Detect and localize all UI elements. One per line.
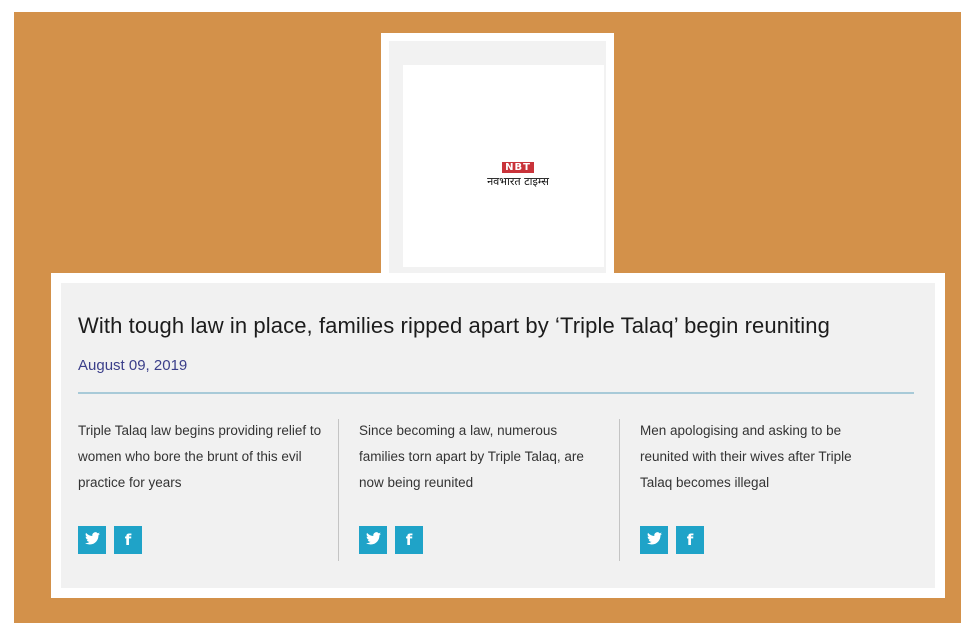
twitter-share-button[interactable] [640, 526, 668, 554]
twitter-share-button[interactable] [359, 526, 387, 554]
facebook-icon: f [405, 531, 413, 549]
facebook-icon: f [124, 531, 132, 549]
summary-column-3: Men apologising and asking to be reunite… [640, 418, 885, 583]
article-date: August 09, 2019 [78, 357, 188, 374]
twitter-share-button[interactable] [78, 526, 106, 554]
twitter-icon [84, 531, 100, 549]
share-buttons: f [640, 526, 704, 554]
article-headline: With tough law in place, families ripped… [78, 313, 830, 338]
twitter-icon [365, 531, 381, 549]
header-divider [78, 392, 914, 394]
nbt-logo: NBT नवभारत टाइम्स [458, 157, 578, 189]
share-buttons: f [78, 526, 142, 554]
logo-abbreviation: NBT [502, 162, 534, 173]
summary-text: Men apologising and asking to be reunite… [640, 423, 852, 490]
logo-panel: NBT नवभारत टाइम्स [403, 65, 604, 267]
logo-wordmark: नवभारत टाइम्स [487, 175, 549, 188]
article-card-body: With tough law in place, families ripped… [61, 283, 935, 588]
article-card: With tough law in place, families ripped… [51, 273, 945, 598]
facebook-icon: f [686, 531, 694, 549]
logo-frame: NBT नवभारत टाइम्स [389, 41, 606, 283]
share-buttons: f [359, 526, 423, 554]
summary-text: Triple Talaq law begins providing relief… [78, 423, 322, 490]
column-divider [338, 419, 339, 561]
facebook-share-button[interactable]: f [114, 526, 142, 554]
twitter-icon [646, 531, 662, 549]
summary-column-1: Triple Talaq law begins providing relief… [78, 418, 323, 583]
facebook-share-button[interactable]: f [395, 526, 423, 554]
column-divider [619, 419, 620, 561]
summary-text: Since becoming a law, numerous families … [359, 423, 584, 490]
facebook-share-button[interactable]: f [676, 526, 704, 554]
summary-column-2: Since becoming a law, numerous families … [359, 418, 604, 583]
logo-card: NBT नवभारत टाइम्स [381, 33, 614, 291]
